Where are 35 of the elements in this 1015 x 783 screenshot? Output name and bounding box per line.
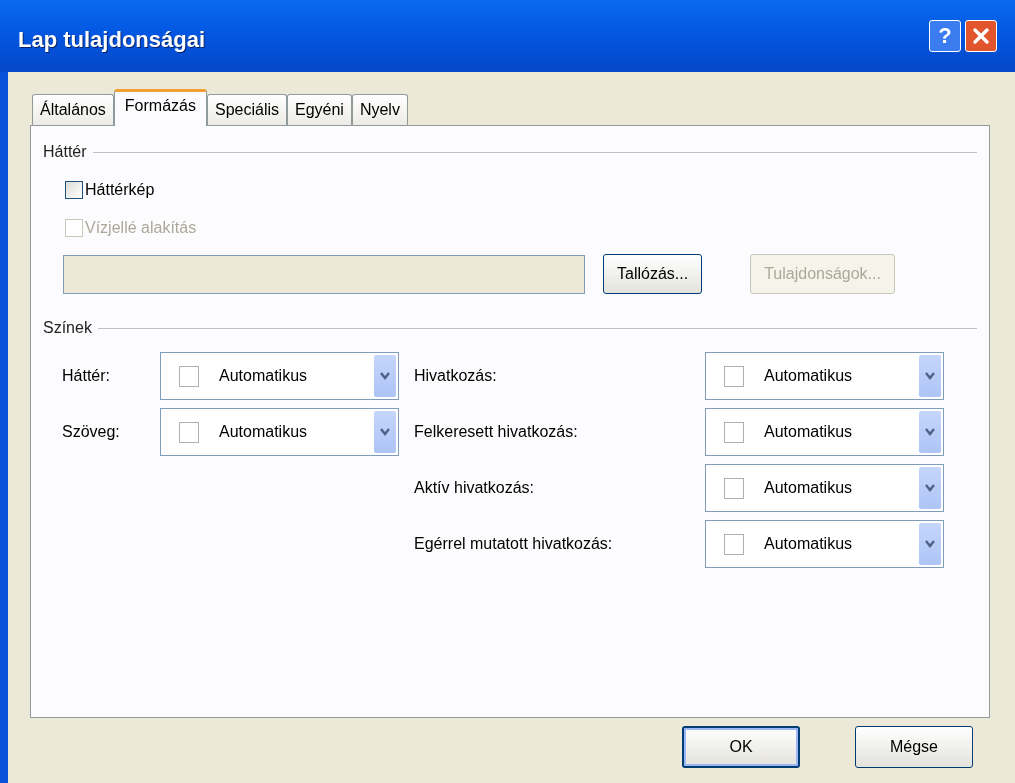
color-dropdown[interactable]: Automatikus (705, 464, 944, 512)
color-swatch (179, 421, 199, 443)
field-label: Felkeresett hivatkozás: (414, 422, 579, 442)
color-swatch (179, 365, 199, 387)
color-dropdown[interactable]: Automatikus (705, 352, 944, 400)
field-label: Hivatkozás: (414, 366, 498, 386)
close-icon (972, 27, 990, 45)
close-button[interactable] (965, 20, 997, 52)
tab[interactable]: Formázás (113, 89, 207, 126)
checkbox[interactable] (65, 181, 83, 199)
checkbox-label: Vízjellé alakítás (85, 218, 197, 238)
tab[interactable]: Egyéni (287, 94, 352, 125)
color-dropdown[interactable]: Automatikus (705, 408, 944, 456)
color-swatch (724, 533, 744, 555)
color-swatch (724, 421, 744, 443)
field-label: Háttér: (62, 366, 111, 386)
color-swatch (724, 365, 744, 387)
button[interactable]: Tallózás... (603, 254, 703, 294)
color-dropdown[interactable]: Automatikus (160, 408, 399, 456)
section-heading: Színek (43, 318, 92, 338)
field-label: Szöveg: (62, 422, 121, 442)
tab[interactable]: Speciális (206, 94, 287, 125)
color-dropdown[interactable]: Automatikus (705, 520, 944, 568)
tab[interactable]: Nyelv (351, 94, 408, 125)
tab[interactable]: Általános (32, 94, 114, 125)
color-dropdown[interactable]: Automatikus (160, 352, 399, 400)
button[interactable]: Mégse (855, 726, 973, 768)
field-label: Egérrel mutatott hivatkozás: (414, 534, 614, 554)
field-label: Aktív hivatkozás: (414, 478, 536, 498)
button[interactable]: OK (682, 726, 800, 768)
section-heading: Háttér (43, 142, 87, 162)
checkbox-label: Háttérkép (85, 180, 155, 200)
color-swatch (724, 477, 744, 499)
help-button[interactable]: ? (929, 20, 961, 52)
window-title: Lap tulajdonságai (18, 25, 207, 54)
